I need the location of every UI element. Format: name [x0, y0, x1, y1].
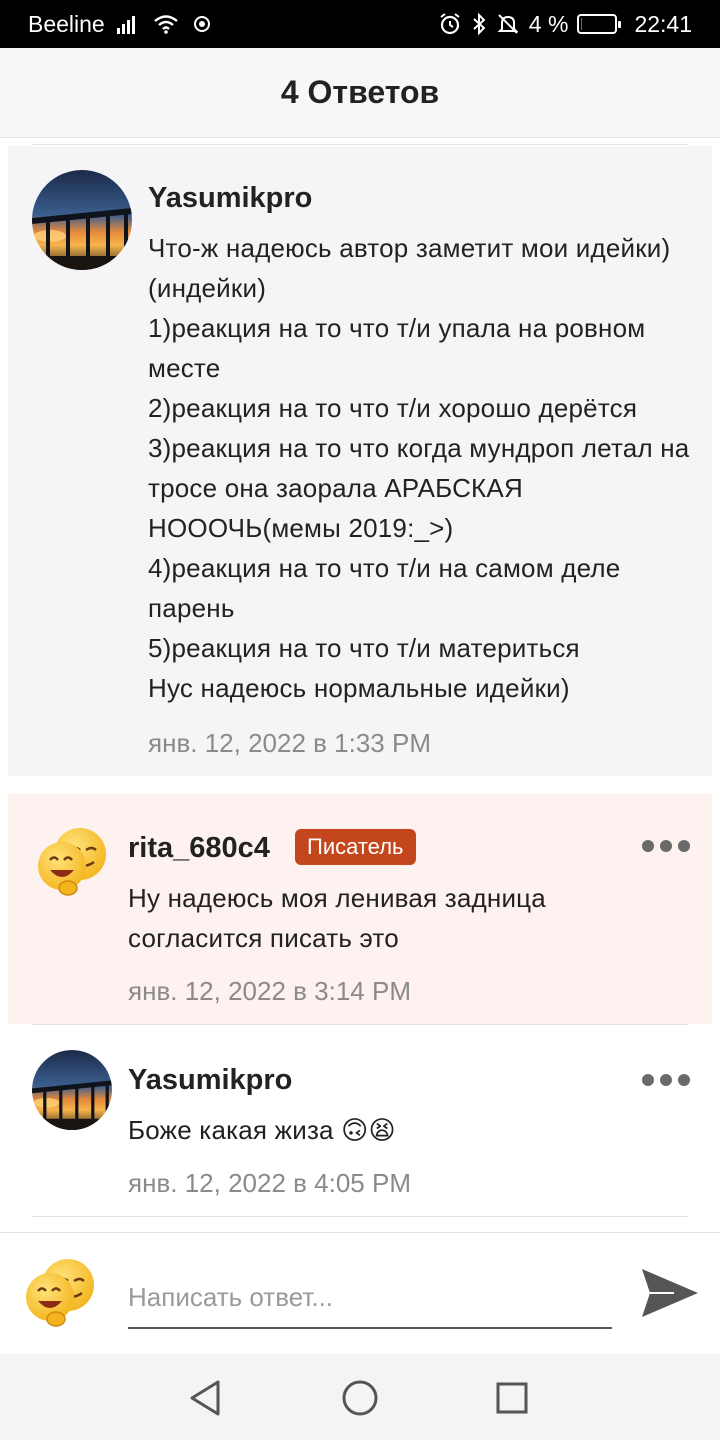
- comment-thread: Yasumikpro Что-ж надеюсь автор заметит м…: [0, 138, 720, 1232]
- carrier-label: Beeline: [28, 10, 105, 37]
- reply-comment: Yasumikpro Боже какая жиза 🙃😫 янв. 12, 2…: [8, 1038, 712, 1216]
- comment-author[interactable]: rita_680c4: [128, 832, 270, 865]
- battery-percent: 4 %: [528, 10, 569, 37]
- divider: [32, 144, 688, 145]
- hotspot-icon: [191, 13, 213, 35]
- comment-text: Что-ж надеюсь автор заметит мои идейки)(…: [148, 233, 690, 703]
- signal-icon: [116, 14, 141, 34]
- avatar[interactable]: [32, 822, 112, 902]
- current-user-avatar: [20, 1253, 100, 1333]
- header: 4 Ответов: [0, 48, 720, 138]
- writer-badge: Писатель: [295, 829, 416, 865]
- comment-timestamp: янв. 12, 2022 в 3:14 PM: [128, 976, 411, 1006]
- recent-square-icon[interactable]: [490, 1376, 534, 1420]
- reply-input[interactable]: [128, 1267, 612, 1329]
- send-icon[interactable]: [640, 1263, 700, 1323]
- comment-author[interactable]: Yasumikpro: [128, 1064, 292, 1097]
- reply-bar: [0, 1232, 720, 1354]
- comment-author[interactable]: Yasumikpro: [148, 182, 312, 215]
- bluetooth-icon: [471, 12, 487, 36]
- comment-text: Ну надеюсь моя ленивая задница согласитс…: [128, 883, 546, 953]
- parent-comment: Yasumikpro Что-ж надеюсь автор заметит м…: [8, 146, 712, 776]
- more-icon[interactable]: [642, 1070, 690, 1090]
- page-title: 4 Ответов: [280, 74, 440, 110]
- status-bar: Beeline 4 % 22:41: [0, 0, 720, 48]
- avatar[interactable]: [32, 170, 132, 270]
- divider: [32, 1216, 688, 1217]
- comment-timestamp: янв. 12, 2022 в 1:33 PM: [148, 728, 431, 758]
- bell-off-icon: [496, 12, 520, 36]
- battery-icon: [577, 14, 622, 34]
- reply-comment-author: rita_680c4 Писатель Ну надеюсь моя ленив…: [8, 794, 712, 1024]
- clock: 22:41: [634, 10, 692, 37]
- comment-text: Боже какая жиза 🙃😫: [128, 1115, 396, 1145]
- alarm-icon: [438, 12, 462, 36]
- system-nav-bar: [0, 1354, 720, 1440]
- back-triangle-icon[interactable]: [184, 1376, 228, 1420]
- comment-timestamp: янв. 12, 2022 в 4:05 PM: [128, 1168, 411, 1198]
- home-circle-icon[interactable]: [338, 1376, 382, 1420]
- avatar[interactable]: [32, 1050, 112, 1130]
- wifi-icon: [153, 14, 179, 34]
- more-icon[interactable]: [642, 836, 690, 856]
- divider: [32, 1024, 688, 1025]
